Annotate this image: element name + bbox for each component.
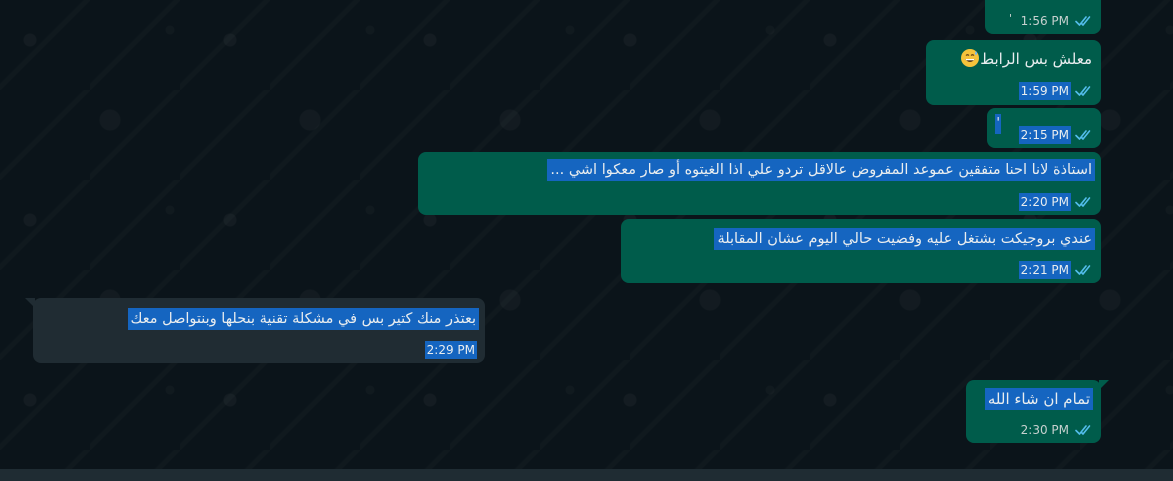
double-check-icon	[1075, 425, 1091, 435]
message-time: 2:30 PM	[1020, 423, 1069, 437]
message-bubble[interactable]: معلش بس الرابط 1:59 PM	[926, 40, 1101, 105]
message-bubble[interactable]: ' 1:56 PM	[985, 0, 1101, 34]
message-meta: 1:56 PM	[1019, 12, 1093, 30]
chat-message-area[interactable]: ' 1:56 PM معلش بس الرابط 1:59 PM ' 2:15 …	[0, 0, 1173, 469]
grinning-sweat-emoji-icon	[961, 49, 980, 67]
message-text: استاذة لانا احنا متفقين عموعد المفروض عا…	[547, 159, 1095, 181]
message-meta: 2:29 PM	[424, 341, 477, 359]
message-bubble-incoming[interactable]: بعتذر منك كتير بس في مشكلة تقنية بنحلها …	[25, 298, 485, 363]
message-bubble[interactable]: عندي بروجيكت بشتغل عليه وفضيت حالي اليوم…	[621, 219, 1101, 283]
message-meta: 2:21 PM	[1018, 261, 1093, 279]
message-time: 1:59 PM	[1018, 82, 1071, 100]
double-check-icon	[1075, 16, 1091, 26]
message-bubble[interactable]: استاذة لانا احنا متفقين عموعد المفروض عا…	[418, 152, 1101, 215]
message-text: '	[1008, 12, 1012, 25]
double-check-icon	[1075, 265, 1091, 275]
message-meta: 2:15 PM	[1018, 126, 1093, 144]
message-meta: 1:59 PM	[1018, 82, 1093, 100]
composer-bar-edge	[0, 469, 1173, 481]
message-text: تمام ان شاء الله	[984, 388, 1093, 410]
message-text: '	[995, 114, 1001, 134]
message-time: 1:56 PM	[1020, 14, 1069, 28]
double-check-icon	[1075, 86, 1091, 96]
message-time: 2:20 PM	[1018, 193, 1071, 211]
message-time: 2:15 PM	[1018, 126, 1071, 144]
message-bubble[interactable]: تمام ان شاء الله 2:30 PM	[966, 380, 1109, 443]
message-meta: 2:20 PM	[1018, 193, 1093, 211]
message-bubble[interactable]: ' 2:15 PM	[987, 108, 1101, 148]
message-time: 2:29 PM	[424, 341, 477, 359]
double-check-icon	[1075, 197, 1091, 207]
message-text-content: معلش بس الرابط	[980, 50, 1092, 68]
message-text: معلش بس الرابط	[955, 48, 1095, 70]
message-text: بعتذر منك كتير بس في مشكلة تقنية بنحلها …	[127, 308, 479, 330]
message-time: 2:21 PM	[1018, 261, 1071, 279]
double-check-icon	[1075, 130, 1091, 140]
message-meta: 2:30 PM	[1019, 421, 1093, 439]
message-text: عندي بروجيكت بشتغل عليه وفضيت حالي اليوم…	[714, 228, 1095, 250]
